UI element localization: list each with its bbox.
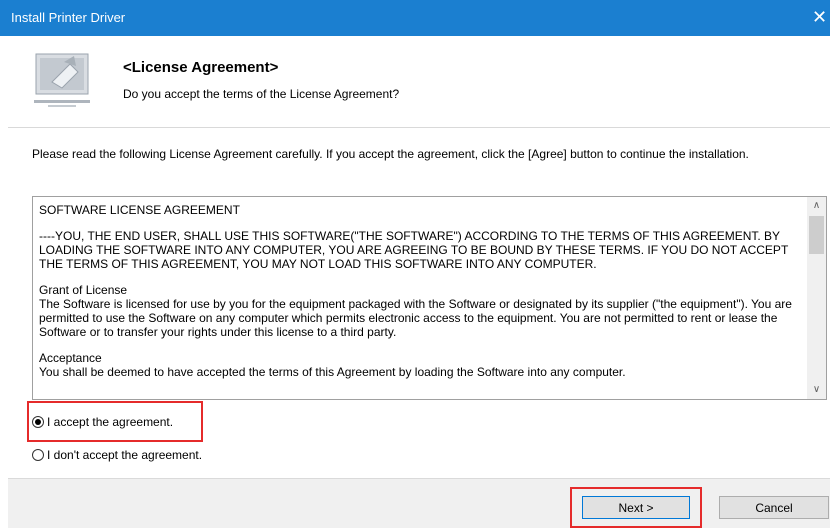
next-button[interactable]: Next > bbox=[582, 496, 690, 519]
license-paragraph: ----YOU, THE END USER, SHALL USE THIS SO… bbox=[39, 229, 789, 271]
license-paragraph: You shall be deemed to have accepted the… bbox=[39, 365, 626, 379]
license-section-title: Grant of License bbox=[39, 283, 128, 297]
license-textbox[interactable]: SOFTWARE LICENSE AGREEMENT ----YOU, THE … bbox=[32, 196, 827, 400]
scroll-down-icon[interactable]: ∨ bbox=[807, 381, 826, 399]
header-title: <License Agreement> bbox=[123, 59, 279, 76]
computer-setup-icon bbox=[34, 48, 94, 115]
decline-radio-option[interactable]: I don't accept the agreement. bbox=[32, 446, 202, 464]
intro-text: Please read the following License Agreem… bbox=[32, 147, 749, 161]
decline-radio[interactable] bbox=[32, 449, 44, 461]
accept-radio-option[interactable]: I accept the agreement. bbox=[32, 413, 173, 431]
scroll-up-icon[interactable]: ∧ bbox=[807, 197, 826, 215]
title-bar: Install Printer Driver ✕ bbox=[0, 0, 830, 36]
license-paragraph: The Software is licensed for use by you … bbox=[39, 297, 792, 339]
accept-radio-label[interactable]: I accept the agreement. bbox=[47, 415, 173, 429]
wizard-header: <License Agreement> Do you accept the te… bbox=[8, 36, 830, 128]
cancel-button[interactable]: Cancel bbox=[719, 496, 829, 519]
window-left-border bbox=[0, 36, 8, 527]
close-icon[interactable]: ✕ bbox=[812, 4, 830, 30]
accept-radio[interactable] bbox=[32, 416, 44, 428]
license-scrollbar[interactable]: ∧ ∨ bbox=[807, 197, 826, 399]
license-heading: SOFTWARE LICENSE AGREEMENT bbox=[39, 203, 240, 217]
decline-radio-label[interactable]: I don't accept the agreement. bbox=[47, 448, 202, 462]
license-text: SOFTWARE LICENSE AGREEMENT ----YOU, THE … bbox=[39, 203, 803, 379]
wizard-body: Please read the following License Agreem… bbox=[8, 128, 830, 477]
wizard-footer: Next > Cancel bbox=[8, 478, 830, 528]
scroll-thumb[interactable] bbox=[809, 216, 824, 254]
header-subtitle: Do you accept the terms of the License A… bbox=[123, 87, 400, 101]
window-title: Install Printer Driver bbox=[11, 10, 126, 25]
license-section-title: Acceptance bbox=[39, 351, 102, 365]
